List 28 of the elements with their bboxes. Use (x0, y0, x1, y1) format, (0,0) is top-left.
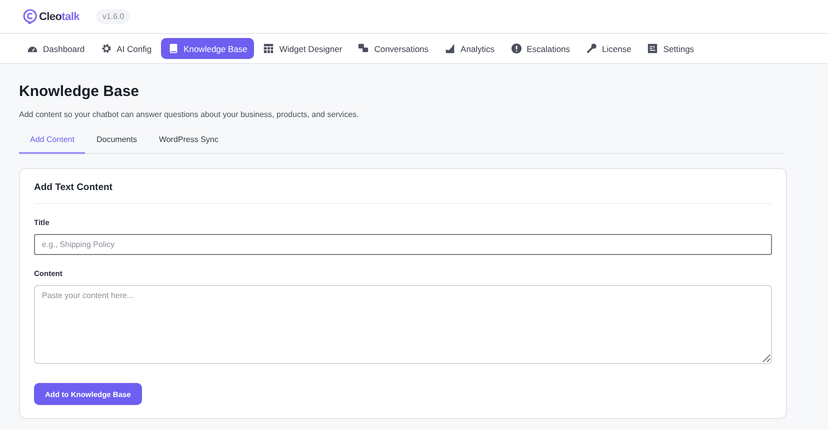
nav-tab[interactable]: AI Config (94, 38, 159, 59)
settings-icon (100, 43, 112, 54)
panel-icon (647, 43, 658, 54)
version-badge: v1.6.0 (96, 9, 130, 24)
nav-tab[interactable]: Knowledge Base (160, 38, 254, 59)
chart-icon (444, 43, 456, 54)
chat-bubbles-icon (358, 43, 370, 54)
nav-tab[interactable]: Analytics (438, 38, 502, 59)
page-subtitle: Add content so your chatbot can answer questions about your business, products, and services. (19, 110, 360, 119)
page-title: Knowledge Base (19, 83, 140, 100)
nav-tab[interactable]: Conversations (351, 38, 436, 59)
nav-tab[interactable]: License (579, 38, 638, 59)
exclamation-icon (510, 43, 522, 54)
book-icon (168, 43, 179, 54)
nav-tab[interactable]: Escalations (504, 38, 578, 59)
nav-tab[interactable]: Dashboard (20, 38, 92, 59)
wrench-icon (586, 43, 598, 54)
brand-logo: Cleotalk (39, 10, 80, 22)
content-tab[interactable]: Add Content (19, 130, 86, 154)
content-tab[interactable]: WordPress Sync (148, 130, 230, 154)
card-title: Add Text Content (34, 182, 772, 204)
nav-tab[interactable]: Settings (640, 38, 702, 59)
grid-icon (263, 43, 274, 54)
chat-bubble-logo-icon (23, 9, 37, 24)
content-text-area[interactable]: Paste your content here... (34, 285, 772, 364)
nav-tab[interactable]: Widget Designer (256, 38, 350, 59)
title-input-field[interactable]: e.g., Shipping Policy (34, 234, 772, 255)
content-tab[interactable]: Documents (85, 130, 148, 154)
